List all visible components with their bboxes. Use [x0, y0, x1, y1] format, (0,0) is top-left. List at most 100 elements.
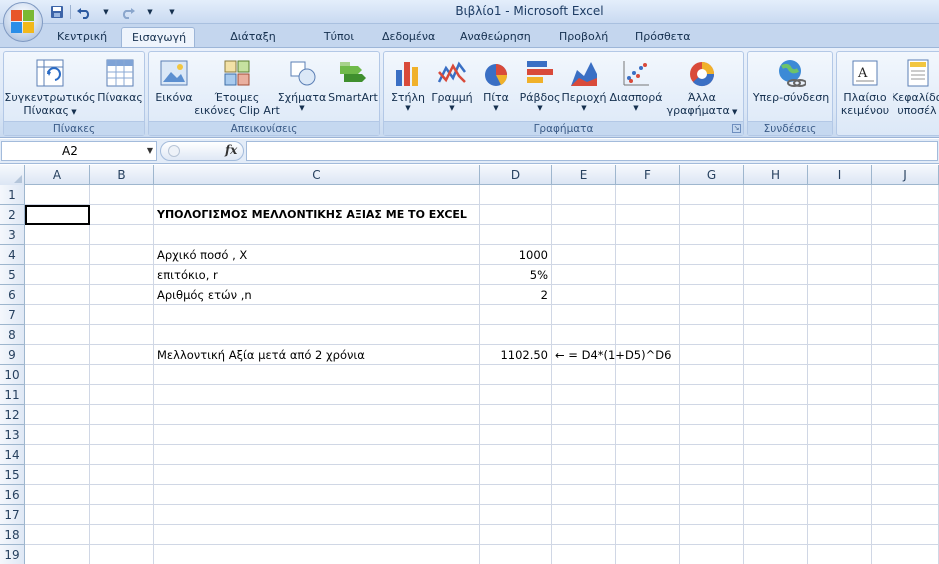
cell-c14[interactable] [154, 445, 480, 465]
textbox-button[interactable]: A Πλαίσιο κειμένου [839, 54, 891, 117]
cancel-icon[interactable] [168, 145, 180, 157]
cell-c19[interactable] [154, 545, 480, 564]
row-header[interactable]: 9 [0, 345, 25, 365]
cell-e14[interactable] [552, 445, 616, 465]
cell-i7[interactable] [808, 305, 872, 325]
cell-i10[interactable] [808, 365, 872, 385]
cell-g12[interactable] [680, 405, 744, 425]
row-header[interactable]: 17 [0, 505, 25, 525]
cell-f5[interactable] [616, 265, 680, 285]
cell-b16[interactable] [90, 485, 154, 505]
pie-chart-button[interactable]: Πίτα ▼ [476, 54, 516, 112]
cell-f19[interactable] [616, 545, 680, 564]
cell-g18[interactable] [680, 525, 744, 545]
cell-i19[interactable] [808, 545, 872, 564]
cell-h9[interactable] [744, 345, 808, 365]
cell-d18[interactable] [480, 525, 552, 545]
cell-i13[interactable] [808, 425, 872, 445]
cell-e10[interactable] [552, 365, 616, 385]
cell-d17[interactable] [480, 505, 552, 525]
cell-j15[interactable] [872, 465, 939, 485]
cell-a16[interactable] [25, 485, 90, 505]
shapes-button[interactable]: Σχήματα ▼ [277, 54, 327, 112]
cell-j3[interactable] [872, 225, 939, 245]
cell-g9[interactable] [680, 345, 744, 365]
cell-j11[interactable] [872, 385, 939, 405]
cell-c8[interactable] [154, 325, 480, 345]
cell-a15[interactable] [25, 465, 90, 485]
cell-a14[interactable] [25, 445, 90, 465]
cell-f8[interactable] [616, 325, 680, 345]
cell-d13[interactable] [480, 425, 552, 445]
cell-a9[interactable] [25, 345, 90, 365]
office-button[interactable] [3, 2, 43, 42]
cell-a6[interactable] [25, 285, 90, 305]
cell-f18[interactable] [616, 525, 680, 545]
cell-j16[interactable] [872, 485, 939, 505]
cell-e7[interactable] [552, 305, 616, 325]
row-header[interactable]: 7 [0, 305, 25, 325]
cell-a17[interactable] [25, 505, 90, 525]
name-box[interactable]: A2 ▼ [1, 141, 157, 161]
cell-h5[interactable] [744, 265, 808, 285]
cell-c1[interactable] [154, 185, 480, 205]
column-header-j[interactable]: J [872, 165, 939, 185]
cell-c15[interactable] [154, 465, 480, 485]
cell-i14[interactable] [808, 445, 872, 465]
cell-b5[interactable] [90, 265, 154, 285]
column-header-f[interactable]: F [616, 165, 680, 185]
cell-g2[interactable] [680, 205, 744, 225]
cell-b2[interactable] [90, 205, 154, 225]
cell-i4[interactable] [808, 245, 872, 265]
row-header[interactable]: 15 [0, 465, 25, 485]
cell-a19[interactable] [25, 545, 90, 564]
cell-b17[interactable] [90, 505, 154, 525]
cell-h15[interactable] [744, 465, 808, 485]
row-header[interactable]: 16 [0, 485, 25, 505]
tab-formulas[interactable]: Τύποι [312, 27, 366, 48]
cell-i8[interactable] [808, 325, 872, 345]
cell-d4[interactable]: 1000 [480, 245, 552, 265]
cell-h13[interactable] [744, 425, 808, 445]
cell-d10[interactable] [480, 365, 552, 385]
cell-g3[interactable] [680, 225, 744, 245]
cell-e6[interactable] [552, 285, 616, 305]
cell-c3[interactable] [154, 225, 480, 245]
cell-j8[interactable] [872, 325, 939, 345]
cell-a13[interactable] [25, 425, 90, 445]
cell-e18[interactable] [552, 525, 616, 545]
cell-a2[interactable] [25, 205, 90, 225]
cell-h10[interactable] [744, 365, 808, 385]
row-header[interactable]: 10 [0, 365, 25, 385]
row-header[interactable]: 12 [0, 405, 25, 425]
cell-e15[interactable] [552, 465, 616, 485]
cell-h11[interactable] [744, 385, 808, 405]
cell-f14[interactable] [616, 445, 680, 465]
cell-c11[interactable] [154, 385, 480, 405]
cell-i11[interactable] [808, 385, 872, 405]
cell-a3[interactable] [25, 225, 90, 245]
cell-j4[interactable] [872, 245, 939, 265]
cell-f4[interactable] [616, 245, 680, 265]
cell-f3[interactable] [616, 225, 680, 245]
cell-e11[interactable] [552, 385, 616, 405]
column-header-c[interactable]: C [154, 165, 480, 185]
cell-j10[interactable] [872, 365, 939, 385]
cell-b3[interactable] [90, 225, 154, 245]
cell-e4[interactable] [552, 245, 616, 265]
cell-a8[interactable] [25, 325, 90, 345]
cell-e8[interactable] [552, 325, 616, 345]
cell-a11[interactable] [25, 385, 90, 405]
cell-d3[interactable] [480, 225, 552, 245]
clipart-button[interactable]: Έτοιμες εικόνες Clip Art [194, 54, 280, 117]
cell-d8[interactable] [480, 325, 552, 345]
cell-i5[interactable] [808, 265, 872, 285]
cell-b18[interactable] [90, 525, 154, 545]
cell-a5[interactable] [25, 265, 90, 285]
scatter-chart-button[interactable]: Διασπορά ▼ [608, 54, 664, 112]
cell-a10[interactable] [25, 365, 90, 385]
cell-d7[interactable] [480, 305, 552, 325]
cell-c6[interactable]: Αριθμός ετών ,n [154, 285, 480, 305]
cell-i18[interactable] [808, 525, 872, 545]
cell-a7[interactable] [25, 305, 90, 325]
